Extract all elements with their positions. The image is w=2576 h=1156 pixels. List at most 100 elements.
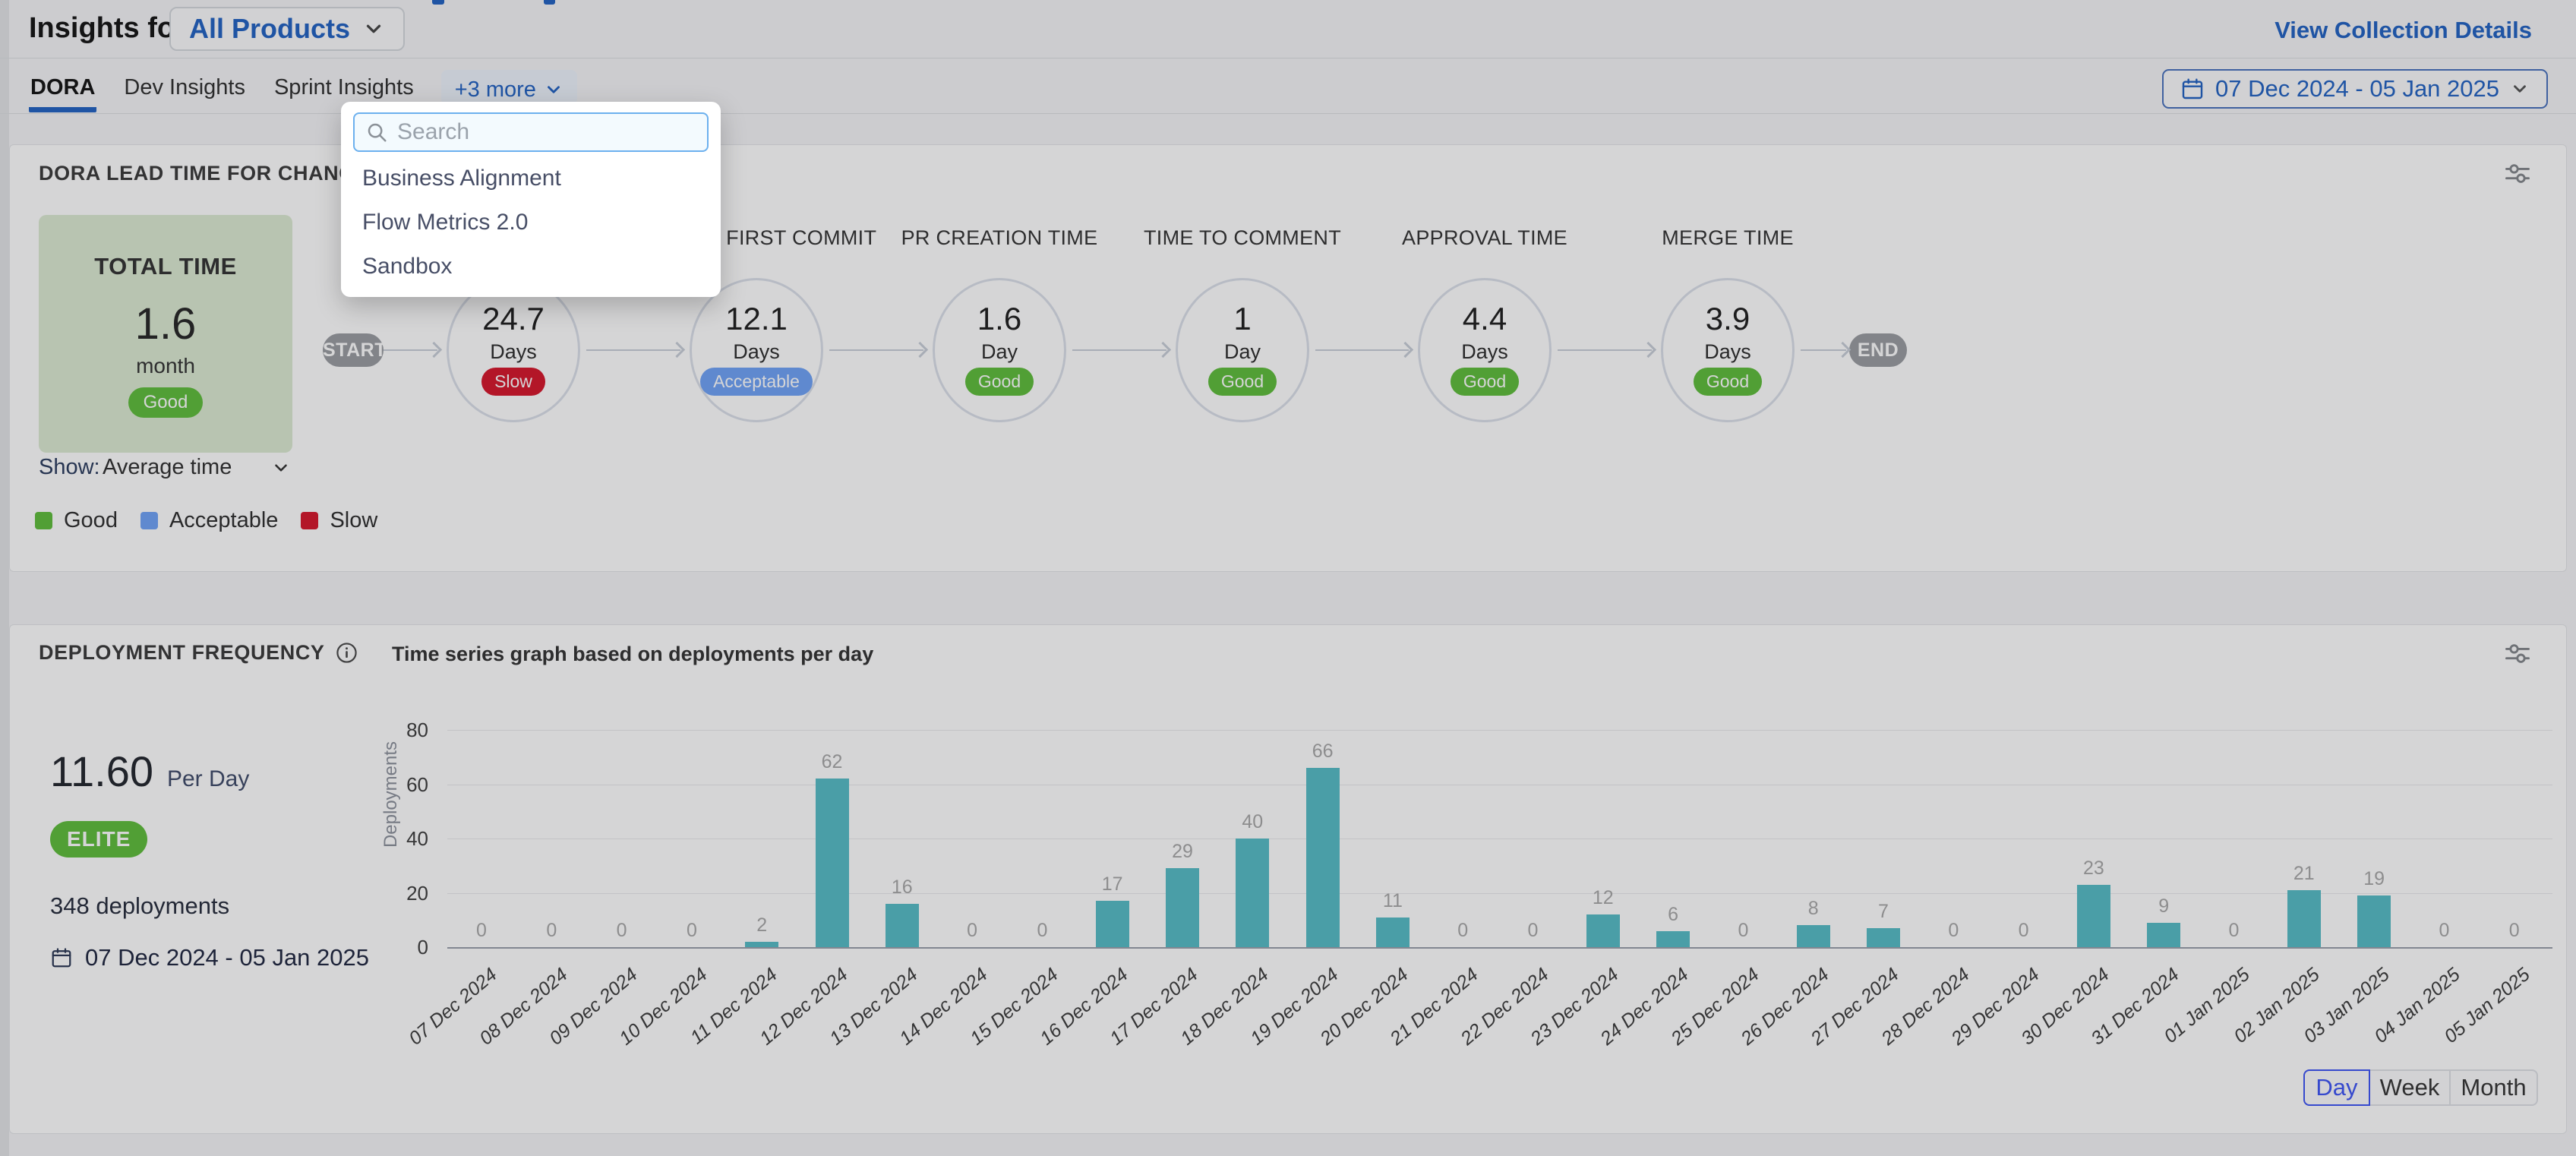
total-time-label: TOTAL TIME: [39, 253, 292, 280]
bar-value-label: 40: [1218, 811, 1286, 833]
stage-value: 12.1: [627, 301, 886, 337]
dropdown-item-sandbox[interactable]: Sandbox: [341, 245, 721, 289]
gridline: [447, 893, 2552, 894]
total-time-box: TOTAL TIME 1.6 month Good: [39, 215, 292, 453]
pipeline-connector: [1072, 349, 1166, 351]
tab-dora[interactable]: DORA: [29, 64, 96, 112]
granularity-month[interactable]: Month: [2449, 1069, 2538, 1106]
info-icon[interactable]: [336, 642, 358, 664]
bar[interactable]: [1376, 918, 1410, 947]
show-metric-dropdown[interactable]: Average time: [103, 455, 232, 480]
bar[interactable]: [2077, 885, 2110, 947]
legend-item-slow: Slow: [301, 508, 377, 533]
stage-label: TIME TO COMMENT: [1113, 224, 1372, 251]
search-input[interactable]: [397, 119, 696, 145]
bar-value-label: 0: [447, 920, 516, 942]
date-range-label: 07 Dec 2024 - 05 Jan 2025: [2215, 75, 2499, 103]
bar[interactable]: [2147, 923, 2180, 947]
tab--3-more[interactable]: +3 more: [441, 70, 577, 105]
stage-status-badge: Good: [1208, 368, 1277, 396]
left-edge-strip: [0, 0, 9, 1156]
chevron-down-icon: [2510, 79, 2530, 99]
bar-value-label: 2: [728, 914, 796, 936]
chart-settings-icon[interactable]: [2502, 639, 2533, 669]
chevron-down-icon[interactable]: [271, 458, 291, 478]
legend-swatch: [301, 512, 318, 529]
bar[interactable]: [1586, 914, 1620, 947]
bar-value-label: 23: [2060, 858, 2128, 880]
bar[interactable]: [1656, 931, 1690, 947]
stage-unit: Day: [870, 340, 1129, 364]
date-range-picker[interactable]: 07 Dec 2024 - 05 Jan 2025: [2162, 69, 2548, 109]
stage-value: 4.4: [1356, 301, 1614, 337]
dropdown-items: Business AlignmentFlow Metrics 2.0Sandbo…: [341, 156, 721, 289]
bar-value-label: 0: [517, 920, 586, 942]
legend-item-good: Good: [35, 508, 118, 533]
breadcrumb-fragment: [544, 0, 555, 5]
stage-status-badge: Good: [965, 368, 1034, 396]
stage-status-badge: Good: [1694, 368, 1762, 396]
stage-unit: Days: [1356, 340, 1614, 364]
stage-status-badge-wrap: Slow: [384, 368, 642, 396]
bar[interactable]: [1236, 839, 1269, 947]
stage-status-badge: Slow: [481, 368, 545, 396]
bar[interactable]: [1867, 928, 1900, 947]
stage-unit: Days: [384, 340, 642, 364]
chart-settings-icon[interactable]: [2502, 159, 2533, 189]
stage-label: MERGE TIME: [1599, 224, 1857, 251]
tab-dev-insights[interactable]: Dev Insights: [122, 64, 247, 112]
total-time-unit: month: [39, 354, 292, 378]
bar[interactable]: [816, 779, 849, 947]
stage-status-badge-wrap: Acceptable: [627, 368, 886, 396]
bar-value-label: 11: [1359, 890, 1427, 912]
bar-value-label: 6: [1639, 904, 1707, 926]
dropdown-item-business-alignment[interactable]: Business Alignment: [341, 156, 721, 201]
stage-status-badge: Good: [1451, 368, 1519, 396]
legend-swatch: [140, 512, 158, 529]
granularity-day[interactable]: Day: [2303, 1069, 2370, 1106]
show-label: Show:: [39, 455, 100, 480]
more-tabs-dropdown: Business AlignmentFlow Metrics 2.0Sandbo…: [341, 102, 721, 297]
page-title: Insights for: [29, 12, 186, 45]
gridline: [447, 730, 2552, 731]
bar-value-label: 0: [588, 920, 656, 942]
stage-label: PR CREATION TIME: [870, 224, 1129, 251]
chevron-down-icon: [544, 80, 564, 99]
granularity-week[interactable]: Week: [2369, 1069, 2451, 1106]
calendar-icon: [2180, 77, 2205, 101]
deployment-frequency-card: DEPLOYMENT FREQUENCY Time series graph b…: [9, 624, 2567, 1134]
bar[interactable]: [1096, 901, 1129, 947]
stage-value: 1: [1113, 301, 1372, 337]
bar-value-label: 0: [1499, 920, 1567, 942]
pipeline-connector: [1315, 349, 1409, 351]
dropdown-search[interactable]: [353, 112, 709, 152]
bar-value-label: 0: [2480, 920, 2549, 942]
bar[interactable]: [745, 942, 778, 947]
bar[interactable]: [886, 904, 919, 947]
calendar-icon: [50, 946, 73, 969]
deployment-frequency-title: DEPLOYMENT FREQUENCY: [39, 641, 358, 665]
bar[interactable]: [1797, 925, 1830, 947]
bar-value-label: 0: [658, 920, 726, 942]
dropdown-item-flow-metrics-2-0[interactable]: Flow Metrics 2.0: [341, 201, 721, 245]
bar[interactable]: [2357, 895, 2391, 947]
show-metric-row: Show: Average time: [10, 455, 390, 482]
y-axis-tick: 0: [374, 936, 428, 959]
date-range-label: 07 Dec 2024 - 05 Jan 2025: [85, 944, 369, 971]
deployment-frequency-label: DEPLOYMENT FREQUENCY: [39, 641, 325, 665]
bar[interactable]: [2287, 890, 2321, 947]
bar[interactable]: [1306, 768, 1340, 947]
total-time-status-badge: Good: [128, 387, 204, 418]
bar-value-label: 12: [1569, 887, 1637, 909]
y-axis-tick: 20: [374, 882, 428, 905]
breadcrumb-fragment: [432, 0, 444, 5]
bar-value-label: 62: [798, 751, 867, 773]
bar[interactable]: [1166, 868, 1199, 947]
stage-status-badge-wrap: Good: [1356, 368, 1614, 396]
pipeline-start-pill: START: [323, 333, 384, 367]
view-collection-details-link[interactable]: View Collection Details: [2275, 17, 2532, 44]
bar-value-label: 0: [1008, 920, 1076, 942]
bar-value-label: 0: [2410, 920, 2478, 942]
product-scope-selector[interactable]: All Products: [169, 7, 405, 51]
bar-value-label: 16: [868, 876, 936, 899]
